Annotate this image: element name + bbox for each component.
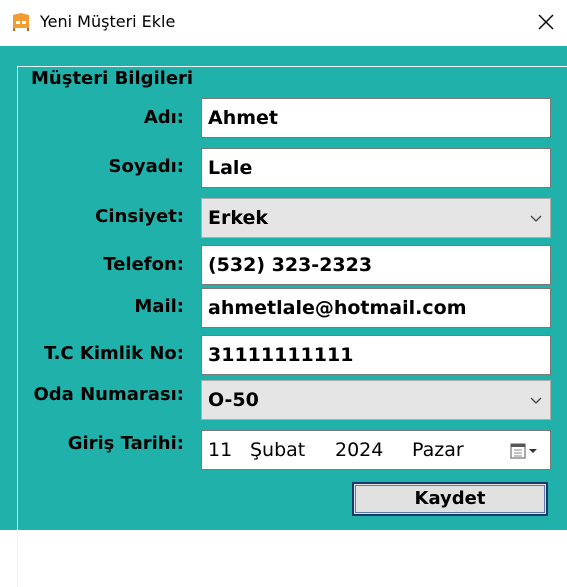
last-name-label: Soyadı: xyxy=(108,156,184,177)
group-legend: Müşteri Bilgileri xyxy=(26,68,199,89)
tc-id-label: T.C Kimlik No: xyxy=(44,343,184,364)
mail-label: Mail: xyxy=(134,296,184,317)
chevron-down-icon xyxy=(530,215,542,222)
gender-label: Cinsiyet: xyxy=(95,206,184,227)
window: Yeni Müşteri Ekle Müşteri Bilgileri Adı:… xyxy=(0,0,567,587)
date-weekday: Pazar xyxy=(412,439,464,461)
tc-id-input[interactable]: 31111111111 xyxy=(201,335,551,375)
phone-label: Telefon: xyxy=(103,254,184,275)
date-day: 11 xyxy=(208,439,233,461)
checkin-date-picker[interactable]: 11 Şubat 2024 Pazar xyxy=(201,430,551,470)
date-year: 2024 xyxy=(335,439,384,461)
date-month: Şubat xyxy=(250,439,306,461)
last-name-input[interactable]: Lale xyxy=(201,148,551,188)
room-number-select[interactable]: O-50 xyxy=(201,380,551,420)
gender-value: Erkek xyxy=(208,207,268,229)
title-bar: Yeni Müşteri Ekle xyxy=(0,0,567,46)
window-title: Yeni Müşteri Ekle xyxy=(40,12,176,31)
phone-input[interactable]: (532) 323-2323 xyxy=(201,245,551,285)
bed-icon xyxy=(13,13,29,31)
save-button[interactable]: Kaydet xyxy=(352,482,548,516)
checkin-date-label: Giriş Tarihi: xyxy=(67,433,184,454)
gender-select[interactable]: Erkek xyxy=(201,198,551,238)
first-name-label: Adı: xyxy=(143,107,184,128)
mail-input[interactable]: ahmetlale@hotmail.com xyxy=(201,288,551,328)
room-number-label: Oda Numarası: xyxy=(33,384,185,405)
room-number-value: O-50 xyxy=(208,389,259,411)
close-icon[interactable] xyxy=(532,8,560,36)
chevron-down-icon xyxy=(530,397,542,404)
first-name-input[interactable]: Ahmet xyxy=(201,98,551,138)
calendar-icon[interactable] xyxy=(510,442,540,460)
